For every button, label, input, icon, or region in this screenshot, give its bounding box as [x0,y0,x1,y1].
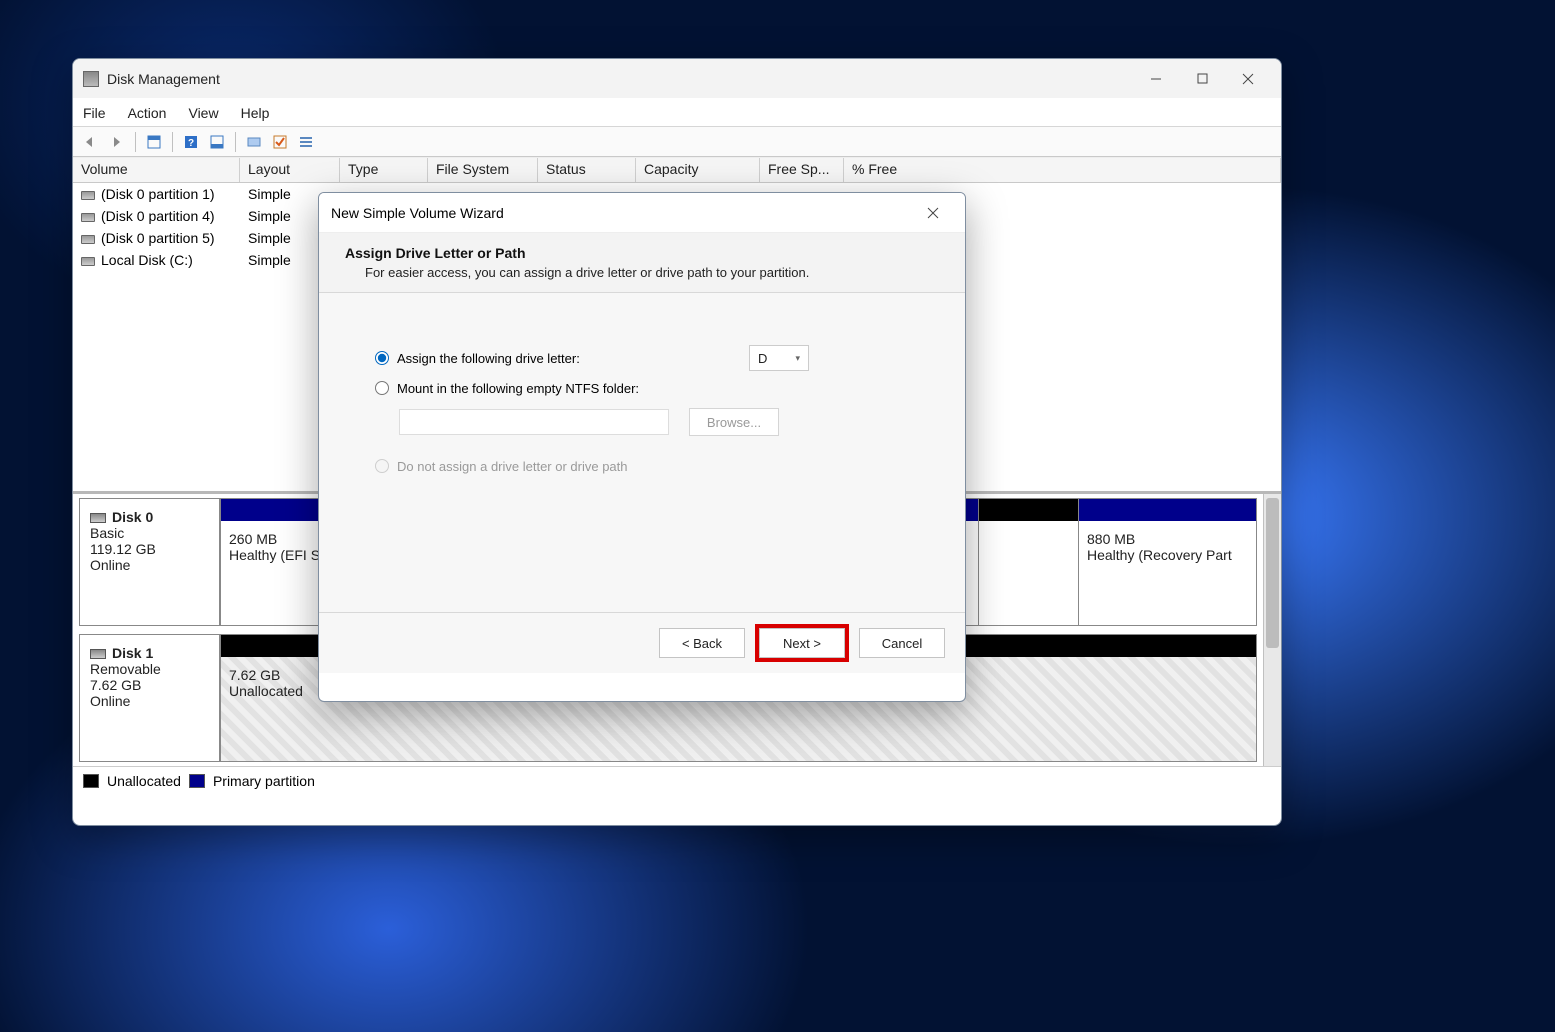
help-icon[interactable]: ? [179,131,203,153]
browse-button[interactable]: Browse... [689,408,779,436]
menu-action[interactable]: Action [128,105,167,121]
cell-volume: Local Disk (C:) [101,252,193,268]
option-no-letter: Do not assign a drive letter or drive pa… [375,451,909,481]
drive-letter-value: D [758,351,767,366]
menubar: File Action View Help [73,99,1281,127]
separator [172,132,173,152]
menu-file[interactable]: File [83,105,106,121]
forward-icon[interactable] [105,131,129,153]
legend-swatch-primary [189,774,205,788]
drive-icon [81,191,95,200]
maximize-button[interactable] [1179,64,1225,94]
col-free[interactable]: Free Sp... [760,158,844,182]
legend-label-unallocated: Unallocated [107,773,181,789]
disk-info: Disk 0 Basic 119.12 GB Online [80,499,220,625]
col-layout[interactable]: Layout [240,158,340,182]
chevron-down-icon: ▾ [795,353,800,364]
new-simple-volume-wizard: New Simple Volume Wizard Assign Drive Le… [318,192,966,702]
disk-size: 119.12 GB [90,541,156,557]
toolbar: ? [73,127,1281,157]
back-icon[interactable] [79,131,103,153]
legend: Unallocated Primary partition [73,766,1281,794]
view-bottom-icon[interactable] [205,131,229,153]
cell-volume: (Disk 0 partition 5) [101,230,215,246]
drive-icon [81,213,95,222]
volume-table-header: Volume Layout Type File System Status Ca… [73,157,1281,183]
partition-bar [221,499,330,521]
app-icon [83,71,99,87]
col-cap[interactable]: Capacity [636,158,760,182]
col-type[interactable]: Type [340,158,428,182]
minimize-button[interactable] [1133,64,1179,94]
wizard-close-button[interactable] [913,200,953,226]
partition-size: 880 MB [1087,531,1248,547]
partition-status: Healthy (Recovery Part [1087,547,1248,563]
disk-state: Online [90,557,130,573]
partition-hidden-black[interactable] [978,499,1078,625]
view-top-icon[interactable] [142,131,166,153]
back-button[interactable]: < Back [659,628,745,658]
option-assign-letter[interactable]: Assign the following drive letter: D ▾ [375,343,909,373]
cell-volume: (Disk 0 partition 4) [101,208,215,224]
col-volume[interactable]: Volume [73,158,240,182]
disk-info: Disk 1 Removable 7.62 GB Online [80,635,220,761]
radio-no-letter [375,459,389,473]
partition-size: 260 MB [229,531,322,547]
partition-bar [1079,499,1256,521]
wizard-header: Assign Drive Letter or Path For easier a… [319,233,965,293]
next-button[interactable]: Next > [759,628,845,658]
disk-state: Online [90,693,130,709]
menu-help[interactable]: Help [241,105,270,121]
separator [235,132,236,152]
col-pfree[interactable]: % Free [844,158,1281,182]
wizard-footer: < Back Next > Cancel [319,613,965,673]
option-no-letter-label: Do not assign a drive letter or drive pa… [397,459,628,474]
wizard-titlebar[interactable]: New Simple Volume Wizard [319,193,965,233]
disk-kind: Removable [90,661,161,677]
drive-letter-select[interactable]: D ▾ [749,345,809,371]
disk-icon [90,649,106,659]
titlebar[interactable]: Disk Management [73,59,1281,99]
wizard-title: New Simple Volume Wizard [331,205,504,221]
menu-view[interactable]: View [188,105,218,121]
check-icon[interactable] [268,131,292,153]
cell-volume: (Disk 0 partition 1) [101,186,215,202]
partition[interactable]: 260 MB Healthy (EFI S [220,499,330,625]
partition-status: Healthy (EFI S [229,547,322,563]
ntfs-path-input[interactable] [399,409,669,435]
wizard-heading: Assign Drive Letter or Path [345,245,945,261]
disk-size: 7.62 GB [90,677,141,693]
settings-icon[interactable] [242,131,266,153]
close-button[interactable] [1225,64,1271,94]
svg-text:?: ? [188,138,194,149]
disk-name: Disk 0 [112,509,153,525]
separator [135,132,136,152]
partition[interactable]: 880 MB Healthy (Recovery Part [1078,499,1256,625]
option-mount-folder[interactable]: Mount in the following empty NTFS folder… [375,373,909,403]
drive-icon [81,257,95,266]
disk-icon [90,513,106,523]
radio-mount-folder[interactable] [375,381,389,395]
disk-name: Disk 1 [112,645,153,661]
partition-bar [979,499,1078,521]
list-icon[interactable] [294,131,318,153]
legend-label-primary: Primary partition [213,773,315,789]
drive-icon [81,235,95,244]
col-fs[interactable]: File System [428,158,538,182]
radio-assign-letter[interactable] [375,351,389,365]
scrollbar[interactable] [1263,494,1281,766]
wizard-body: Assign the following drive letter: D ▾ M… [319,293,965,613]
option-mount-folder-label: Mount in the following empty NTFS folder… [397,381,639,396]
wizard-subheading: For easier access, you can assign a driv… [365,265,945,280]
scrollbar-thumb[interactable] [1266,498,1279,648]
window-title: Disk Management [107,71,220,87]
cancel-button[interactable]: Cancel [859,628,945,658]
col-status[interactable]: Status [538,158,636,182]
disk-kind: Basic [90,525,124,541]
legend-swatch-unallocated [83,774,99,788]
option-assign-letter-label: Assign the following drive letter: [397,351,580,366]
